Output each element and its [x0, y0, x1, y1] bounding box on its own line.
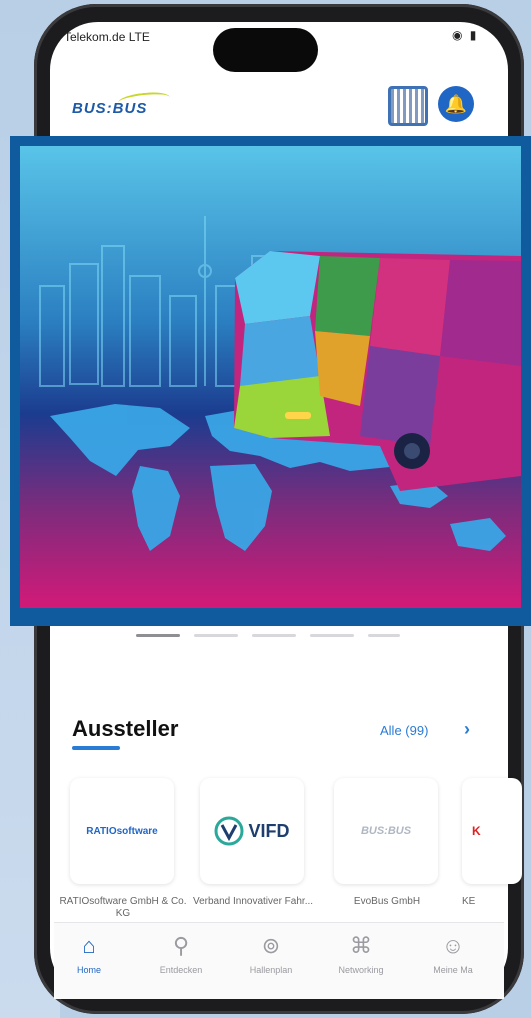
status-icons: ◉ ▮: [452, 28, 479, 42]
exhibitor-card[interactable]: K: [462, 778, 522, 884]
qr-code-icon[interactable]: [388, 86, 428, 126]
page-dot[interactable]: [252, 634, 296, 637]
tab-label: Hallenplan: [249, 965, 293, 975]
exhibitor-logo: VIFD: [248, 820, 290, 841]
exhibitor-name: RATIOsoftware GmbH & Co. KG: [59, 896, 187, 919]
tab-label: Networking: [338, 965, 384, 975]
page-dot-active[interactable]: [136, 634, 180, 637]
chevron-right-icon[interactable]: ›: [464, 719, 470, 740]
tab-label: Home: [76, 965, 101, 975]
page-dot[interactable]: [368, 634, 400, 637]
exhibitor-logo: K: [472, 824, 481, 838]
exhibitor-card[interactable]: VIFD: [200, 778, 304, 884]
bottom-tab-bar: ⌂ Home ⚲ Entdecken ⊚ Hallenplan ⌘ Networ…: [54, 922, 504, 999]
profile-icon: ☺: [441, 933, 465, 958]
vifd-logo-icon: [214, 816, 244, 846]
section-underline: [72, 746, 120, 750]
tab-hallenplan[interactable]: ⊚ Hallenplan: [236, 933, 306, 975]
map-pin-icon: ⊚: [261, 933, 281, 958]
status-carrier: Telekom.de LTE: [64, 30, 150, 44]
hero-banner[interactable]: [20, 146, 521, 608]
banner-highlight-frame: [10, 136, 531, 626]
banner-artwork: [39, 216, 521, 551]
bell-icon[interactable]: 🔔: [438, 86, 474, 122]
home-icon: ⌂: [82, 933, 96, 958]
page-dot[interactable]: [194, 634, 238, 637]
networking-icon: ⌘: [350, 933, 372, 958]
dynamic-island: [213, 28, 318, 72]
exhibitor-logo: BUS:BUS: [360, 825, 412, 837]
carousel-page-indicator[interactable]: [136, 634, 416, 640]
tab-networking[interactable]: ⌘ Networking: [326, 933, 396, 975]
exhibitor-name: KE: [462, 896, 476, 907]
see-all-link[interactable]: Alle (99): [380, 723, 428, 738]
exhibitors-title: Aussteller: [72, 716, 179, 741]
tab-meine-messe[interactable]: ☺ Meine Ma: [418, 933, 488, 975]
tab-entdecken[interactable]: ⚲ Entdecken: [146, 933, 216, 975]
exhibitor-card[interactable]: BUS:BUS: [334, 778, 438, 884]
exhibitor-name: EvoBus GmbH: [353, 896, 421, 907]
exhibitor-logo: RATIOsoftware: [86, 825, 158, 837]
tab-label: Meine Ma: [433, 965, 473, 975]
tab-label: Entdecken: [159, 965, 203, 975]
exhibitor-name: Verband Innovativer Fahr...: [192, 896, 314, 907]
exhibitor-card[interactable]: RATIOsoftware: [70, 778, 174, 884]
search-icon: ⚲: [172, 933, 190, 958]
tab-home[interactable]: ⌂ Home: [54, 933, 124, 975]
page-dot[interactable]: [310, 634, 354, 637]
